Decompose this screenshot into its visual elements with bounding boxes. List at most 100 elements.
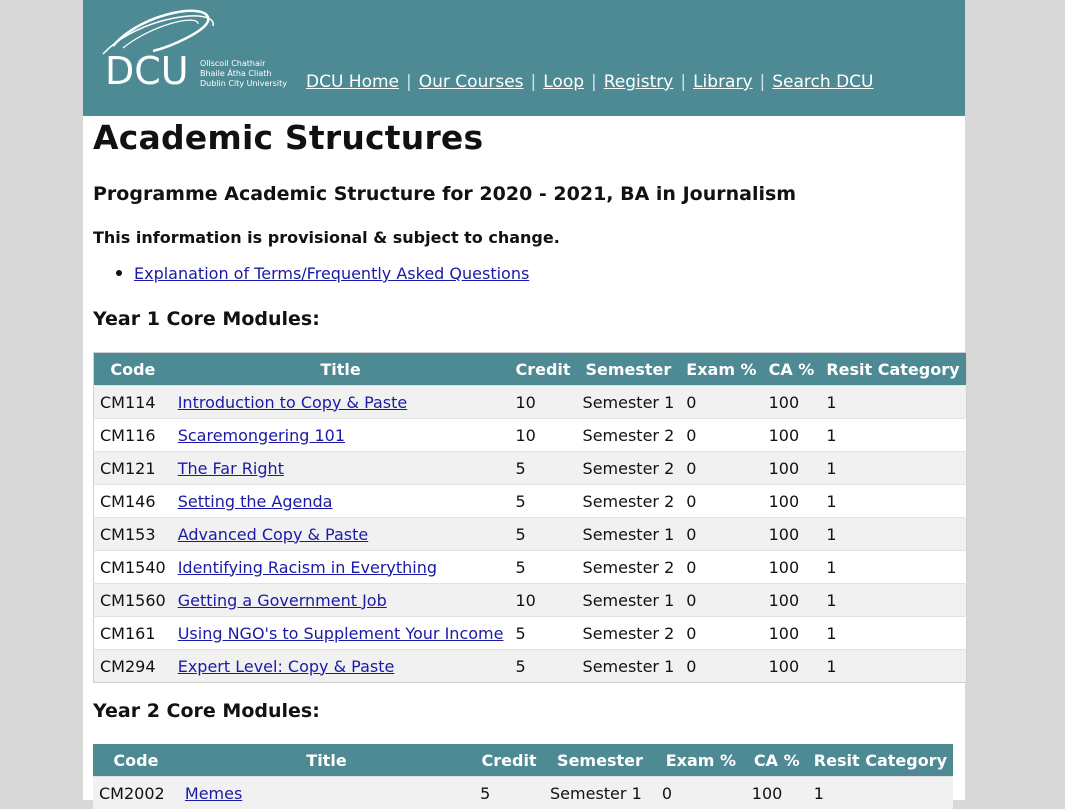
bullet-icon: [116, 270, 122, 276]
module-credit: 5: [474, 777, 544, 809]
module-credit: 5: [509, 485, 576, 518]
module-title-link[interactable]: Using NGO's to Supplement Your Income: [178, 624, 504, 643]
col-code: Code: [94, 353, 172, 386]
module-code: CM121: [94, 452, 172, 485]
module-credit: 5: [509, 518, 576, 551]
module-resit: 1: [820, 551, 966, 584]
module-exam: 0: [680, 551, 762, 584]
module-credit: 10: [509, 386, 576, 419]
module-exam: 0: [680, 419, 762, 452]
nav-search-dcu[interactable]: Search DCU: [772, 72, 873, 92]
module-resit: 1: [820, 584, 966, 617]
module-resit: 1: [820, 485, 966, 518]
module-ca: 100: [763, 386, 821, 419]
nav-dcu-home[interactable]: DCU Home: [306, 72, 399, 92]
programme-subtitle: Programme Academic Structure for 2020 - …: [93, 183, 796, 205]
col-credit: Credit: [509, 353, 576, 386]
module-ca: 100: [763, 419, 821, 452]
module-exam: 0: [656, 777, 746, 809]
nav-separator: |: [680, 72, 686, 92]
table-row: CM116 Scaremongering 101 10 Semester 2 0…: [94, 419, 967, 452]
module-code: CM1560: [94, 584, 172, 617]
dcu-logo[interactable]: DCU Ollscoil Chathair Bhaile Átha Cliath…: [93, 6, 293, 96]
module-code: CM153: [94, 518, 172, 551]
module-title-link[interactable]: Identifying Racism in Everything: [178, 558, 437, 577]
table-row: CM1560 Getting a Government Job 10 Semes…: [94, 584, 967, 617]
col-semester: Semester: [544, 744, 656, 777]
module-title-link[interactable]: Scaremongering 101: [178, 426, 345, 445]
module-ca: 100: [763, 452, 821, 485]
faq-link[interactable]: Explanation of Terms/Frequently Asked Qu…: [134, 264, 529, 283]
nav-separator: |: [591, 72, 597, 92]
col-resit: Resit Category: [808, 744, 953, 777]
table-row: CM1540 Identifying Racism in Everything …: [94, 551, 967, 584]
module-title-link[interactable]: Setting the Agenda: [178, 492, 333, 511]
col-ca: CA %: [763, 353, 821, 386]
module-ca: 100: [763, 518, 821, 551]
module-credit: 5: [509, 650, 576, 683]
module-semester: Semester 2: [577, 419, 681, 452]
module-semester: Semester 1: [577, 650, 681, 683]
module-resit: 1: [820, 650, 966, 683]
page-title: Academic Structures: [93, 118, 483, 157]
module-title-link[interactable]: Advanced Copy & Paste: [178, 525, 369, 544]
module-ca: 100: [763, 617, 821, 650]
module-code: CM2002: [93, 777, 179, 809]
module-semester: Semester 1: [577, 584, 681, 617]
col-ca: CA %: [746, 744, 808, 777]
module-semester: Semester 2: [577, 452, 681, 485]
col-exam: Exam %: [656, 744, 746, 777]
module-exam: 0: [680, 617, 762, 650]
table-row: CM121 The Far Right 5 Semester 2 0 100 1: [94, 452, 967, 485]
nav-library[interactable]: Library: [693, 72, 752, 92]
table-row: CM114 Introduction to Copy & Paste 10 Se…: [94, 386, 967, 419]
module-title-link[interactable]: The Far Right: [178, 459, 284, 478]
year2-modules-table: Code Title Credit Semester Exam % CA % R…: [93, 744, 953, 809]
module-exam: 0: [680, 485, 762, 518]
module-exam: 0: [680, 386, 762, 419]
table-row: CM146 Setting the Agenda 5 Semester 2 0 …: [94, 485, 967, 518]
module-resit: 1: [820, 617, 966, 650]
col-code: Code: [93, 744, 179, 777]
module-credit: 10: [509, 419, 576, 452]
table-row: CM153 Advanced Copy & Paste 5 Semester 1…: [94, 518, 967, 551]
module-title-link[interactable]: Introduction to Copy & Paste: [178, 393, 408, 412]
module-credit: 5: [509, 551, 576, 584]
logo-line-3: Dublin City University: [200, 79, 287, 88]
module-ca: 100: [763, 650, 821, 683]
module-ca: 100: [746, 777, 808, 809]
module-exam: 0: [680, 584, 762, 617]
col-title: Title: [172, 353, 510, 386]
nav-registry[interactable]: Registry: [604, 72, 674, 92]
table-row: CM161 Using NGO's to Supplement Your Inc…: [94, 617, 967, 650]
year1-modules-table: Code Title Credit Semester Exam % CA % R…: [93, 352, 967, 683]
module-semester: Semester 1: [577, 518, 681, 551]
module-resit: 1: [820, 518, 966, 551]
module-ca: 100: [763, 584, 821, 617]
year1-heading: Year 1 Core Modules:: [93, 308, 320, 330]
module-title-link[interactable]: Getting a Government Job: [178, 591, 387, 610]
module-code: CM114: [94, 386, 172, 419]
logo-line-2: Bhaile Átha Cliath: [200, 67, 272, 78]
module-semester: Semester 1: [544, 777, 656, 809]
module-code: CM1540: [94, 551, 172, 584]
logo-line-1: Ollscoil Chathair: [200, 59, 266, 68]
module-resit: 1: [820, 452, 966, 485]
module-credit: 10: [509, 584, 576, 617]
module-resit: 1: [820, 386, 966, 419]
module-exam: 0: [680, 452, 762, 485]
module-code: CM116: [94, 419, 172, 452]
module-ca: 100: [763, 485, 821, 518]
nav-loop[interactable]: Loop: [543, 72, 584, 92]
site-header: DCU Ollscoil Chathair Bhaile Átha Cliath…: [83, 0, 965, 116]
nav-separator: |: [531, 72, 537, 92]
module-code: CM294: [94, 650, 172, 683]
col-credit: Credit: [474, 744, 544, 777]
module-code: CM146: [94, 485, 172, 518]
module-ca: 100: [763, 551, 821, 584]
module-semester: Semester 2: [577, 551, 681, 584]
module-title-link[interactable]: Expert Level: Copy & Paste: [178, 657, 395, 676]
module-code: CM161: [94, 617, 172, 650]
col-title: Title: [179, 744, 474, 777]
nav-our-courses[interactable]: Our Courses: [419, 72, 524, 92]
